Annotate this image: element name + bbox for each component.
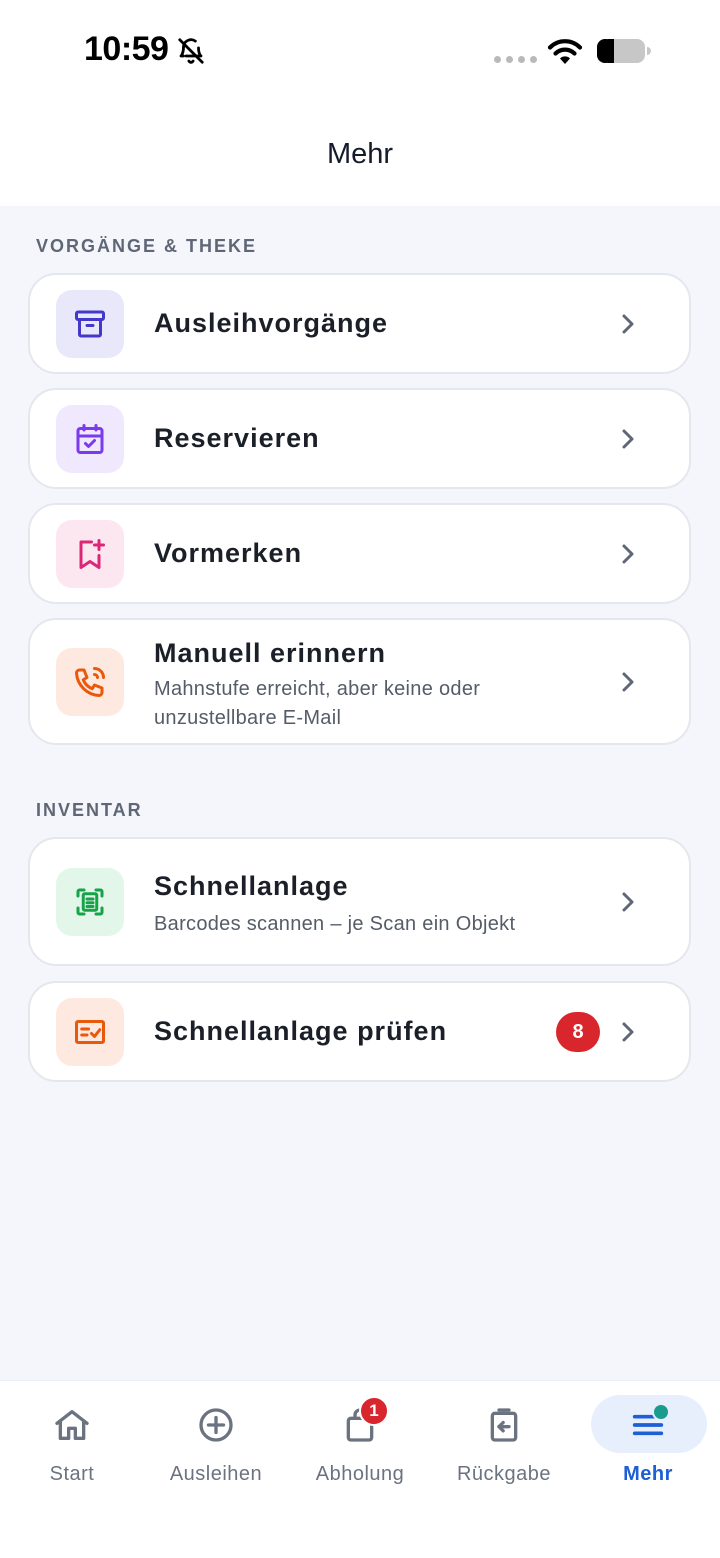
tab-bar: Start Ausleihen Abholung 1 Rückgabe Mehr bbox=[0, 1380, 720, 1558]
tab-start[interactable]: Start bbox=[0, 1381, 144, 1501]
menu-item-subtitle: Mahnstufe erreicht, aber keine oder unzu… bbox=[154, 678, 481, 729]
chevron-right-icon bbox=[622, 429, 634, 449]
tab-ausleihen[interactable]: Ausleihen bbox=[144, 1381, 288, 1501]
chevron-right-icon bbox=[622, 314, 634, 334]
menu-item-title: Ausleihvorgänge bbox=[154, 308, 389, 338]
section-label-vorgaenge: VORGÄNGE & THEKE bbox=[36, 236, 258, 256]
menu-item-vormerken[interactable]: Vormerken bbox=[28, 503, 691, 604]
status-time: 10:59 bbox=[84, 30, 169, 68]
menu-item-schnellanlage-pruefen[interactable]: Schnellanlage prüfen 8 bbox=[28, 981, 691, 1082]
menu-item-title: Schnellanlage prüfen bbox=[154, 1016, 448, 1046]
scan-icon bbox=[56, 868, 124, 936]
menu-item-title: Schnellanlage bbox=[154, 871, 349, 901]
return-icon bbox=[490, 1408, 518, 1442]
wifi-icon bbox=[547, 39, 583, 64]
menu-item-reservieren[interactable]: Reservieren bbox=[28, 388, 691, 489]
menu-item-title: Manuell erinnern bbox=[154, 638, 387, 668]
tab-label: Ausleihen bbox=[169, 1463, 263, 1485]
tab-badge: 1 bbox=[359, 1396, 389, 1426]
menu-item-title: Vormerken bbox=[154, 538, 303, 568]
tab-label: Abholung bbox=[315, 1463, 405, 1485]
battery-icon bbox=[597, 39, 651, 63]
notification-dot bbox=[652, 1403, 670, 1421]
menu-item-subtitle: Barcodes scannen – je Scan ein Objekt bbox=[154, 913, 516, 935]
tab-abholung[interactable]: Abholung bbox=[288, 1381, 432, 1501]
menu-item-title: Reservieren bbox=[154, 423, 320, 453]
status-bar: 10:59 bbox=[0, 0, 720, 100]
count-badge: 8 bbox=[556, 1012, 600, 1052]
menu-item-schnellanlage[interactable]: Schnellanlage Barcodes scannen – je Scan… bbox=[28, 837, 691, 966]
phone-call-icon bbox=[56, 648, 124, 716]
archive-icon bbox=[56, 290, 124, 358]
menu-item-ausleihvorgaenge[interactable]: Ausleihvorgänge bbox=[28, 273, 691, 374]
chevron-right-icon bbox=[622, 544, 634, 564]
calendar-check-icon bbox=[56, 405, 124, 473]
section-label-inventar: INVENTAR bbox=[36, 800, 143, 820]
tab-mehr[interactable]: Mehr bbox=[576, 1381, 720, 1501]
menu-item-manuell-erinnern[interactable]: Manuell erinnern Mahnstufe erreicht, abe… bbox=[28, 618, 691, 745]
plus-circle-icon bbox=[199, 1408, 233, 1442]
bell-off-icon bbox=[178, 38, 204, 64]
chevron-right-icon bbox=[622, 1022, 634, 1042]
tab-label: Mehr bbox=[623, 1463, 673, 1485]
checklist-icon bbox=[56, 998, 124, 1066]
header: Mehr bbox=[0, 100, 720, 206]
bookmark-plus-icon bbox=[56, 520, 124, 588]
signal-icon bbox=[494, 56, 537, 63]
page-title: Mehr bbox=[326, 138, 394, 170]
tab-rueckgabe[interactable]: Rückgabe bbox=[432, 1381, 576, 1501]
tab-label: Rückgabe bbox=[456, 1463, 552, 1485]
tab-label: Start bbox=[49, 1463, 95, 1485]
chevron-right-icon bbox=[622, 672, 634, 692]
home-icon bbox=[55, 1410, 89, 1440]
chevron-right-icon bbox=[622, 892, 634, 912]
